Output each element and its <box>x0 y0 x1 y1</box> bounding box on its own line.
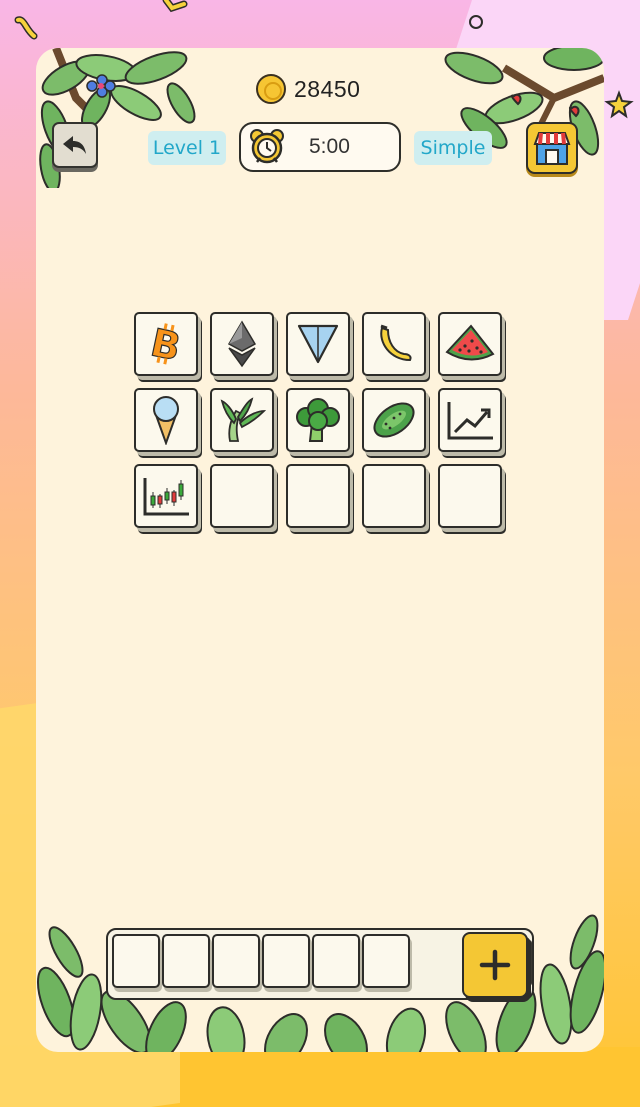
tile-watermelon[interactable] <box>438 312 502 376</box>
tray-slot <box>212 934 260 988</box>
tile-candlestick-chart[interactable] <box>134 464 198 528</box>
tile-ethereum[interactable] <box>210 312 274 376</box>
background-shape <box>180 1047 640 1107</box>
alarm-clock-icon <box>250 129 284 164</box>
bitcoin-icon: B <box>146 322 185 366</box>
squiggle-decoration <box>162 0 188 13</box>
scallion-icon <box>220 397 266 442</box>
coin-icon <box>256 74 286 104</box>
timer-value: 5:00 <box>309 135 350 158</box>
shop-icon <box>533 132 571 165</box>
tile-blank[interactable] <box>438 464 502 528</box>
tile-triangle-token[interactable] <box>286 312 350 376</box>
tile-blank[interactable] <box>286 464 350 528</box>
game-panel: 28450 Level 1 5:00 Simple B <box>36 48 604 1052</box>
triangle-token-icon <box>297 324 339 364</box>
cucumber-icon <box>373 402 415 438</box>
undo-arrow-icon <box>63 136 86 154</box>
tile-broccoli[interactable] <box>286 388 350 452</box>
broccoli-icon <box>296 398 340 442</box>
tile-blank[interactable] <box>362 464 426 528</box>
leaves-decoration <box>444 48 604 171</box>
coin-counter: 28450 <box>256 74 360 104</box>
candlestick-chart-icon <box>143 478 189 516</box>
tray-slot <box>162 934 210 988</box>
tile-banana[interactable] <box>362 312 426 376</box>
tray-slot <box>262 934 310 988</box>
back-button[interactable] <box>52 122 98 168</box>
shop-button[interactable] <box>526 122 578 174</box>
tile-blank[interactable] <box>210 464 274 528</box>
banana-icon <box>380 324 412 362</box>
level-badge: Level 1 <box>148 131 226 165</box>
tile-bitcoin[interactable]: B <box>134 312 198 376</box>
growth-chart-icon <box>447 402 493 440</box>
tray-slot <box>112 934 160 988</box>
circle-decoration <box>469 15 483 29</box>
plus-icon <box>479 949 511 981</box>
difficulty-badge: Simple <box>414 131 492 165</box>
tray-slot <box>362 934 410 988</box>
tile-cucumber[interactable] <box>362 388 426 452</box>
add-slot-button[interactable] <box>462 932 528 998</box>
tray-slot <box>312 934 360 988</box>
tile-ice-cream[interactable] <box>134 388 198 452</box>
timer-box: 5:00 <box>239 122 401 172</box>
tile-scallion[interactable] <box>210 388 274 452</box>
squiggle-decoration <box>14 16 38 40</box>
tile-growth-chart[interactable] <box>438 388 502 452</box>
star-decoration <box>604 90 634 119</box>
watermelon-icon <box>445 324 495 361</box>
ice-cream-icon <box>153 396 179 445</box>
ethereum-icon <box>227 320 257 368</box>
coin-value: 28450 <box>294 75 361 102</box>
